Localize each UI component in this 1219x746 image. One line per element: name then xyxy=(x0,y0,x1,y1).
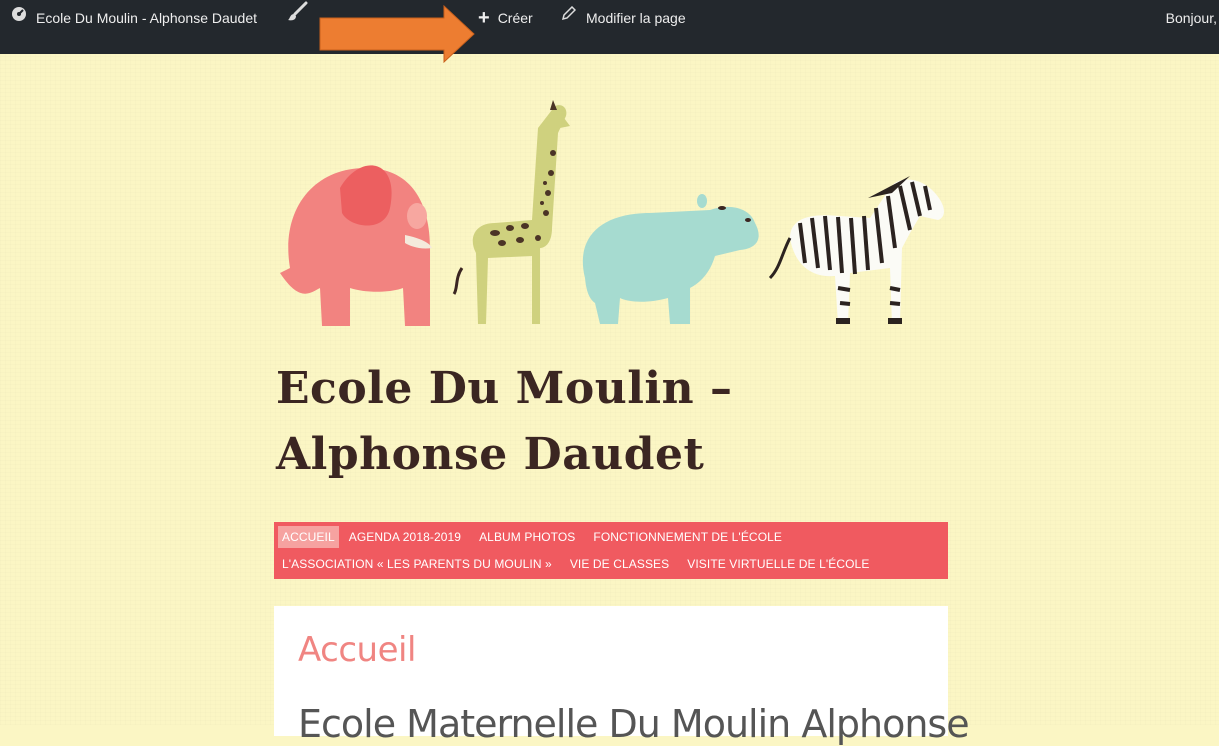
site-title[interactable]: Ecole Du Moulin – Alphonse Daudet xyxy=(276,356,956,488)
account-menu[interactable]: Bonjour, xyxy=(1166,0,1217,36)
new-content-menu[interactable]: + Créer xyxy=(478,0,533,36)
customize-link[interactable] xyxy=(286,0,308,36)
header-animals-image xyxy=(280,100,944,326)
zebra-illustration xyxy=(768,176,944,324)
page-heading: Accueil xyxy=(298,630,416,670)
nav-item-fonctionnement[interactable]: Fonctionnement de l'école xyxy=(589,526,786,548)
greeting-label: Bonjour, xyxy=(1165,10,1217,26)
edit-page-link[interactable]: Modifier la page xyxy=(560,0,686,36)
nav-row-2: L'association « Les parents du Moulin » … xyxy=(278,551,883,577)
pencil-icon xyxy=(560,0,577,36)
giraffe-illustration xyxy=(452,100,570,325)
dashboard-icon xyxy=(8,0,30,36)
nav-item-visite-virtuelle[interactable]: Visite virtuelle de l'école xyxy=(683,553,873,575)
nav-item-association[interactable]: L'association « Les parents du Moulin » xyxy=(278,553,556,575)
admin-bar-site-link[interactable]: Ecole Du Moulin - Alphonse Daudet xyxy=(8,0,257,36)
edit-page-label: Modifier la page xyxy=(586,10,686,26)
annotation-arrow xyxy=(319,4,475,64)
entry-subtitle: Ecole Maternelle Du Moulin Alphonse xyxy=(298,702,970,746)
paintbrush-icon xyxy=(286,0,308,36)
nav-item-agenda[interactable]: Agenda 2018-2019 xyxy=(345,526,465,548)
admin-bar: Ecole Du Moulin - Alphonse Daudet + Crée… xyxy=(0,0,1219,54)
nav-item-vie-de-classes[interactable]: Vie de classes xyxy=(566,553,673,575)
nav-row-1: Accueil Agenda 2018-2019 Album photos Fo… xyxy=(278,524,796,550)
new-content-label: Créer xyxy=(497,10,533,26)
plus-icon: + xyxy=(478,7,490,29)
site-name-label: Ecole Du Moulin - Alphonse Daudet xyxy=(36,10,258,26)
hippo-illustration xyxy=(582,194,759,324)
nav-item-accueil[interactable]: Accueil xyxy=(278,526,339,548)
main-navigation: Accueil Agenda 2018-2019 Album photos Fo… xyxy=(274,522,948,579)
nav-item-album-photos[interactable]: Album photos xyxy=(475,526,579,548)
content-card: Accueil Ecole Maternelle Du Moulin Alpho… xyxy=(274,606,970,746)
elephant-illustration xyxy=(280,165,432,326)
